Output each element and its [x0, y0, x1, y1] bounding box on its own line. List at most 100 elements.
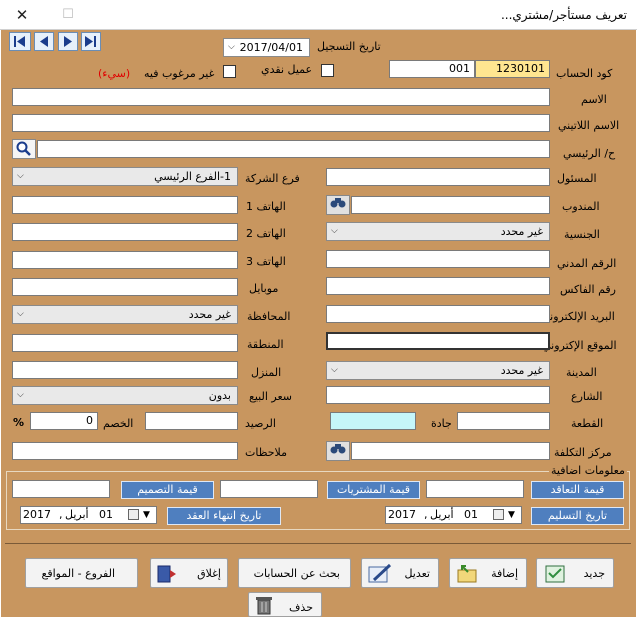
balance-field[interactable]: [145, 412, 238, 430]
street-field[interactable]: [326, 386, 550, 404]
block-field[interactable]: [457, 412, 550, 430]
mobile-label: موبايل: [249, 282, 279, 295]
branches-button[interactable]: الفروع - المواقع: [25, 558, 138, 588]
delete-label: حذف: [289, 601, 313, 614]
calendar-icon: [128, 509, 139, 520]
unwanted-checkbox[interactable]: [223, 65, 236, 78]
add-folder-icon: [457, 565, 477, 583]
chevron-down-icon: ⌵: [17, 390, 24, 400]
nav-next-button[interactable]: [58, 32, 78, 51]
reg-date-picker[interactable]: 2017/04/01 ⌵: [223, 38, 310, 57]
reg-date-value: 2017/04/01: [239, 41, 303, 54]
percent-sign: %: [13, 416, 25, 429]
branch-select[interactable]: 1-الفرع الرئيسي ⌵: [12, 167, 238, 186]
representative-lookup-button[interactable]: [326, 195, 350, 215]
city-label: المدينة: [566, 366, 597, 379]
purchases-value-field[interactable]: [220, 480, 318, 498]
sale-price-select[interactable]: بدون ⌵: [12, 386, 238, 405]
contract-value-field[interactable]: [426, 480, 524, 498]
edit-pen-icon: [368, 563, 392, 583]
chevron-down-icon: ⌵: [331, 365, 338, 375]
year: 2017: [388, 508, 416, 521]
name-field[interactable]: [12, 88, 550, 106]
website-field[interactable]: [326, 332, 550, 350]
maximize-button[interactable]: ☐: [54, 4, 82, 26]
search-button[interactable]: [12, 139, 36, 159]
chevron-down-icon: ▼: [143, 510, 150, 520]
chevron-down-icon: ▼: [508, 510, 515, 520]
responsible-field[interactable]: [326, 168, 550, 186]
home-field[interactable]: [12, 361, 238, 379]
last-record-icon: [85, 36, 96, 47]
branch-label: فرع الشركة: [245, 172, 300, 185]
cost-center-lookup-button[interactable]: [326, 441, 350, 461]
nav-last-button[interactable]: [81, 32, 101, 51]
design-value-field[interactable]: [12, 480, 110, 498]
email-field[interactable]: [326, 305, 550, 323]
comma: ,: [424, 508, 428, 521]
close-form-label: إغلاق: [197, 567, 221, 580]
website-label: الموقع الإكتروني: [542, 339, 617, 352]
civil-no-label: الرقم المدني: [557, 257, 617, 270]
phone2-field[interactable]: [12, 223, 238, 241]
separator: [5, 543, 631, 544]
add-button[interactable]: إضافة: [449, 558, 527, 588]
nav-prev-button[interactable]: [34, 32, 54, 51]
chevron-down-icon: ⌵: [331, 226, 338, 236]
month: أبريل: [65, 508, 89, 521]
phone3-field[interactable]: [12, 251, 238, 269]
discount-field[interactable]: 0: [30, 412, 98, 430]
governorate-select[interactable]: غير محدد ⌵: [12, 305, 238, 324]
region-field[interactable]: [12, 334, 238, 352]
comma: ,: [59, 508, 63, 521]
day: 01: [99, 508, 113, 521]
search-accounts-label: بحث عن الحسابات: [253, 567, 340, 580]
parent-account-field[interactable]: [37, 140, 550, 158]
home-label: المنزل: [251, 366, 282, 379]
phone1-label: الهاتف 1: [246, 200, 286, 213]
discount-label: الخصم: [103, 417, 134, 430]
representative-field[interactable]: [351, 196, 550, 214]
contract-end-date-label: تاريخ انتهاء العقد: [167, 507, 281, 525]
nationality-select[interactable]: غير محدد ⌵: [326, 222, 550, 241]
search-accounts-button[interactable]: بحث عن الحسابات: [238, 558, 351, 588]
branch-value: 1-الفرع الرئيسي: [154, 170, 231, 183]
notes-field[interactable]: [12, 442, 238, 460]
exit-door-icon: [157, 565, 176, 583]
account-sub-field[interactable]: 001: [389, 60, 475, 78]
block-label: القطعة: [571, 417, 604, 430]
contract-end-date-picker[interactable]: 2017 , أبريل 01 ▼: [20, 506, 157, 524]
parent-account-label: ح/ الرئيسي: [563, 147, 616, 160]
civil-no-field[interactable]: [326, 250, 550, 268]
new-document-icon: [545, 565, 565, 583]
delete-button[interactable]: حذف: [248, 592, 322, 617]
edit-button[interactable]: تعديل: [361, 558, 439, 588]
phone3-label: الهاتف 3: [246, 255, 286, 268]
edit-label: تعديل: [404, 567, 430, 580]
cash-client-label: عميل نقدي: [261, 63, 313, 76]
form-body: تاريخ التسجيل 2017/04/01 ⌵ كود الحساب 12…: [1, 30, 636, 617]
fax-field[interactable]: [326, 277, 550, 295]
search-icon: [16, 141, 31, 156]
nav-first-button[interactable]: [9, 32, 31, 51]
add-label: إضافة: [491, 567, 518, 580]
purchases-value-label: قيمة المشتريات: [327, 481, 420, 499]
close-form-button[interactable]: إغلاق: [150, 558, 228, 588]
design-value-label: قيمة التصميم: [121, 481, 214, 499]
cost-center-field[interactable]: [351, 442, 550, 460]
phone1-field[interactable]: [12, 196, 238, 214]
mobile-field[interactable]: [12, 278, 238, 296]
new-button[interactable]: جديد: [536, 558, 614, 588]
latin-name-field[interactable]: [12, 114, 550, 132]
cash-client-checkbox[interactable]: [321, 64, 334, 77]
city-select[interactable]: غير محدد ⌵: [326, 361, 550, 380]
close-button[interactable]: ✕: [8, 4, 36, 26]
contract-value-label: قيمة التعاقد: [531, 481, 624, 499]
avenue-label: جادة: [431, 417, 452, 430]
delivery-date-picker[interactable]: 2017 , أبريل 01 ▼: [385, 506, 522, 524]
account-code-field[interactable]: 1230101: [475, 60, 550, 78]
latin-name-label: الاسم اللاتيني: [558, 119, 620, 132]
avenue-field[interactable]: [330, 412, 416, 430]
delivery-date-label: تاريخ التسليم: [531, 507, 624, 525]
city-value: غير محدد: [500, 364, 543, 377]
